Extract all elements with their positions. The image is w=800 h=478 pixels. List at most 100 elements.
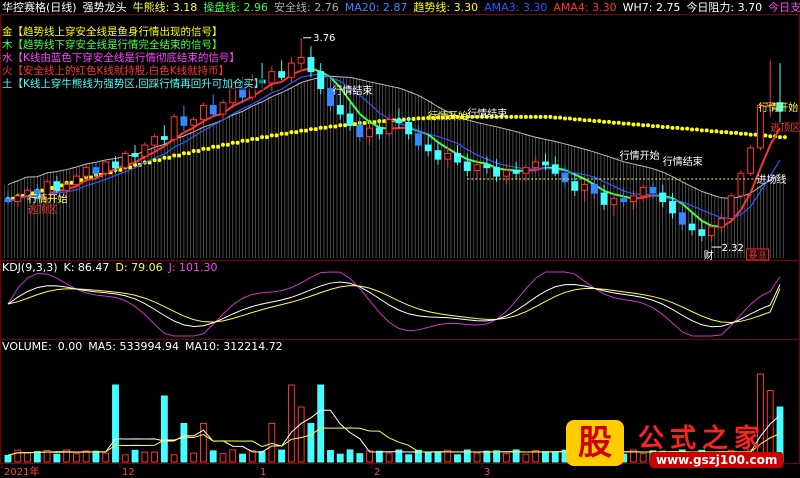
volume-bar: [327, 450, 334, 463]
operation-segment: [476, 161, 488, 165]
volume-bar: [92, 450, 100, 463]
ma-segment: [183, 136, 194, 144]
trend-dot: [563, 116, 568, 121]
operation-segment: [574, 173, 585, 180]
ma-segment: [457, 142, 468, 151]
ma-segment: [301, 74, 312, 78]
trend-dot: [338, 123, 343, 128]
trend-dot: [582, 118, 587, 123]
candle-body: [92, 167, 100, 174]
trend-dot: [191, 149, 196, 154]
trend-dot: [694, 127, 699, 132]
candle-body: [63, 184, 71, 191]
kdj-j-line: [7, 271, 781, 337]
trend-dot: [299, 128, 304, 133]
candle-body: [190, 119, 198, 126]
legend-key: 土: [2, 78, 13, 90]
candle-body: [727, 195, 735, 219]
trend-dot: [548, 114, 553, 119]
trend-dot: [416, 116, 421, 121]
volume-bar: [121, 454, 129, 463]
trend-dot: [743, 131, 748, 136]
candle-body: [297, 57, 305, 64]
volume-bar: [160, 395, 168, 463]
trend-dot: [172, 153, 177, 158]
volume-bar: [356, 453, 364, 463]
candle-body: [180, 116, 188, 126]
volume-bar: [131, 449, 139, 463]
trend-dot: [40, 188, 45, 193]
trend-dot: [631, 122, 636, 127]
trend-dot: [538, 114, 543, 119]
start-label-2: 行情开始: [428, 110, 468, 123]
candle-body: [307, 57, 315, 73]
operation-segment: [701, 219, 713, 227]
trend-dot: [245, 138, 250, 143]
trend-dot: [748, 132, 753, 137]
ma-segment: [447, 139, 458, 144]
candle-body: [717, 217, 725, 228]
candle-body: [581, 184, 588, 191]
candle-body: [542, 161, 549, 166]
candle-body: [708, 226, 716, 236]
volume-bar: [102, 452, 110, 463]
volume-bar: [53, 453, 61, 463]
trend-dot: [592, 119, 597, 124]
trend-dot: [211, 144, 216, 149]
ma-segment: [291, 76, 302, 84]
trend-dot: [235, 140, 240, 145]
trend-dot: [543, 114, 548, 119]
kdj-value-1: D: 79.06: [115, 261, 163, 274]
header-values: 牛熊线: 3.18 操盘线: 2.96 安全线: 2.76 MA20: 2.87 趋势线…: [133, 1, 800, 15]
volume-bar: [141, 451, 149, 463]
candle-body: [375, 127, 383, 135]
trend-dot: [675, 125, 680, 130]
x-axis-label-0: 2021年: [4, 465, 39, 478]
start-label-1: 行情开始: [28, 193, 68, 206]
trend-dot: [196, 149, 201, 154]
candle-body: [454, 153, 461, 163]
trend-dot: [646, 123, 651, 128]
legend-text: 【趋势线上穿安全线是鱼身行情出现的信号】: [12, 26, 223, 38]
ma-segment: [271, 88, 282, 94]
start-label-4: 行情开始: [758, 101, 798, 114]
trend-dot: [753, 132, 758, 137]
candle-body: [639, 186, 647, 197]
trend-dot: [255, 136, 260, 141]
trend-dot: [636, 122, 641, 127]
volume-bar: [385, 452, 393, 463]
candle-body: [268, 71, 276, 84]
candle-body: [112, 161, 119, 169]
candle-body: [356, 124, 364, 138]
kdj-k-line: [7, 281, 781, 328]
header-value-2: 安全线: 2.76: [274, 1, 339, 14]
chart-window: 3.76 2.32 行情开始 行情结束 行情开始 行情结束 行情开始 行情结束 行情开始 逃顶区逃…: [0, 0, 800, 478]
trend-dot: [401, 117, 406, 122]
volume-bar: [190, 452, 198, 463]
operation-segment: [584, 178, 595, 186]
high-marker-label: 3.76: [313, 33, 335, 44]
trend-dot: [699, 128, 704, 133]
volume-bar: [346, 449, 354, 463]
header-value-6: AMA4: 3.30: [553, 1, 617, 14]
candle-body: [385, 119, 393, 135]
volume-bar: [483, 450, 491, 463]
kdj-header: KDJ(9,3,3) K: 86.47 D: 79.06 J: 101.30: [2, 261, 218, 274]
trend-dot: [572, 117, 577, 122]
candle-body: [53, 181, 61, 191]
operation-segment: [349, 100, 361, 115]
candle-body: [414, 133, 422, 146]
candle-body: [698, 229, 706, 236]
candle-body: [141, 144, 149, 157]
trend-dot: [660, 124, 665, 129]
operation-segment: [437, 141, 449, 150]
header-value-9: 今日支撑: 3.15: [768, 1, 800, 14]
volume-value-1: MA10: 312214.72: [184, 340, 283, 353]
candle-body: [493, 167, 501, 177]
candle-body: [522, 167, 530, 174]
candle-body: [14, 195, 22, 203]
candle-body: [131, 153, 139, 157]
trend-dot: [240, 138, 245, 143]
header-value-7: WH7: 2.75: [622, 1, 681, 14]
header-value-3: MA20: 2.87: [344, 1, 408, 14]
